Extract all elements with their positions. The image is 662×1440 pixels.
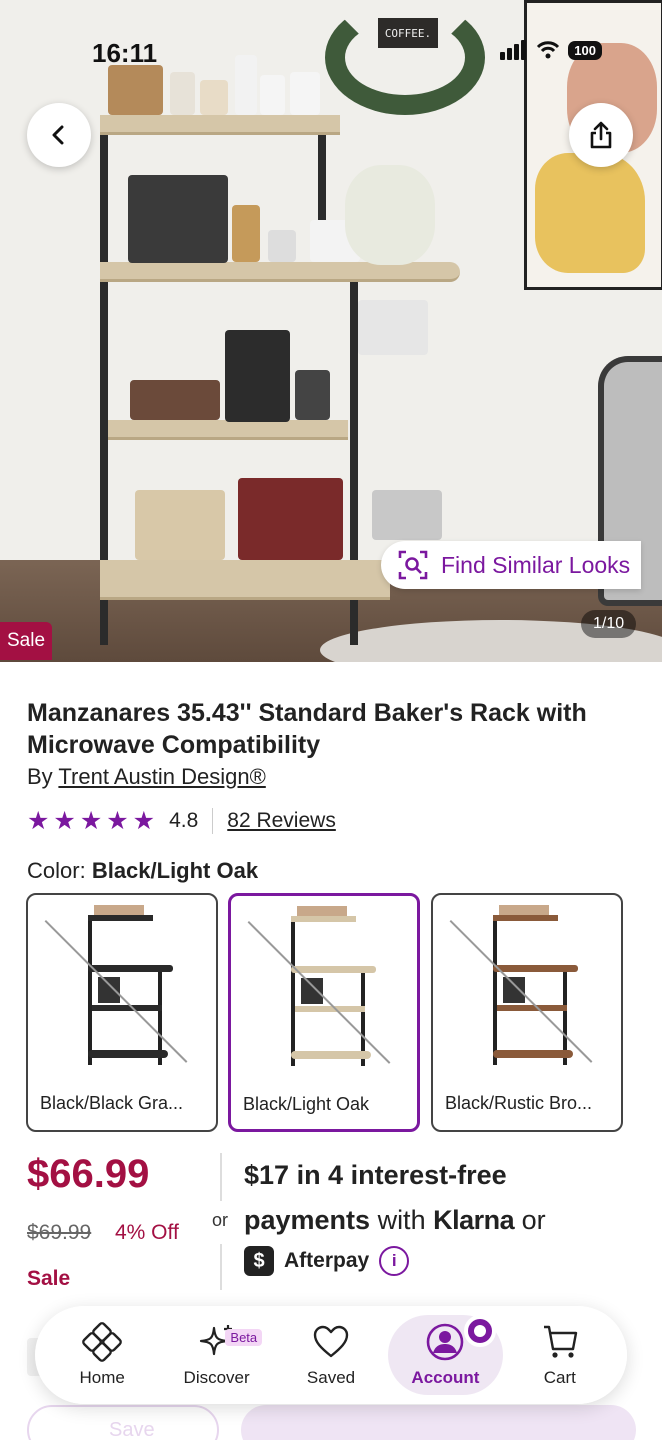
reviews-link[interactable]: 82 Reviews	[227, 809, 336, 833]
nav-saved[interactable]: Saved	[274, 1315, 388, 1395]
cellular-signal-icon	[500, 40, 528, 60]
rack-shelf	[100, 560, 390, 600]
nav-label: Saved	[306, 1368, 356, 1387]
flowers-item	[345, 165, 435, 265]
info-icon[interactable]: i	[379, 1246, 410, 1276]
product-title: Manzanares 35.43'' Standard Baker's Rack…	[27, 699, 587, 759]
nav-cart[interactable]: Cart	[503, 1315, 617, 1395]
color-swatch[interactable]: Black/Rustic Bro...	[431, 893, 623, 1132]
battery-icon: 100	[568, 40, 602, 60]
original-price: $69.99	[27, 1221, 92, 1244]
swatch-label: Black/Light Oak	[243, 1094, 370, 1114]
color-label: Color: Black/Light Oak	[27, 858, 258, 884]
sale-badge: Sale	[0, 622, 53, 660]
swatch-label: Black/Black Gra...	[40, 1093, 184, 1113]
coffee-maker	[225, 330, 290, 422]
color-swatch-selected[interactable]: Black/Light Oak	[228, 893, 420, 1132]
swatch-thumbnail	[88, 905, 173, 1065]
wine-bottles	[238, 478, 343, 560]
afterpay-row: $ Afterpay i	[244, 1246, 410, 1276]
or-label: or	[212, 1210, 229, 1230]
klarna-line-1: $17 in 4 interest-free	[244, 1160, 507, 1191]
divider	[220, 1244, 222, 1290]
rating-row: ★★★★★ 4.8 82 Reviews	[27, 806, 336, 836]
color-swatch[interactable]: Black/Black Gra...	[26, 893, 218, 1132]
share-button[interactable]	[569, 103, 633, 167]
grinder-item	[232, 205, 260, 262]
sale-label: Sale	[27, 1267, 71, 1290]
french-press	[295, 370, 330, 420]
swatch-thumbnail	[493, 905, 578, 1065]
klarna-amount: $17	[244, 1160, 290, 1190]
ice-bucket	[372, 490, 442, 540]
nav-label: Discover	[183, 1368, 250, 1387]
wine-glasses	[358, 300, 428, 355]
nav-discover[interactable]: Beta Discover	[159, 1315, 273, 1395]
visual-search-icon	[398, 550, 428, 580]
jar-item	[170, 72, 195, 115]
back-button[interactable]	[27, 103, 91, 167]
wifi-icon	[537, 41, 560, 59]
rack-shelf	[100, 262, 460, 282]
heart-icon	[313, 1325, 349, 1358]
find-similar-label: Find Similar Looks	[441, 551, 631, 578]
brand-link[interactable]: Trent Austin Design®	[58, 764, 265, 789]
image-counter: 1/10	[581, 610, 637, 638]
status-time: 16:11	[92, 38, 158, 68]
share-icon	[590, 121, 612, 149]
home-icon	[82, 1322, 123, 1362]
klarna-with: with	[370, 1205, 434, 1235]
klarna-logo: Klarna	[433, 1205, 515, 1235]
save-button[interactable]: Save	[27, 1405, 219, 1440]
bag-item	[108, 65, 163, 115]
afterpay-icon: $	[244, 1246, 274, 1276]
bottle-item	[235, 55, 257, 115]
klarna-or: or	[514, 1205, 546, 1235]
rack-shelf	[108, 420, 348, 440]
selected-color: Black/Light Oak	[91, 858, 259, 883]
klarna-text: in 4 interest-free	[289, 1160, 507, 1190]
current-price: $66.99	[27, 1152, 150, 1196]
nav-label: Home	[79, 1368, 125, 1387]
jar-item	[200, 80, 228, 115]
decanters	[135, 490, 225, 560]
by-prefix: By	[27, 764, 53, 789]
brand-byline: By Trent Austin Design®	[27, 764, 266, 790]
add-to-cart-button[interactable]	[241, 1405, 636, 1440]
nav-label: Cart	[543, 1368, 576, 1387]
espresso-machine	[128, 175, 228, 263]
klarna-payments: payments	[244, 1205, 371, 1235]
rack-shelf	[100, 115, 340, 135]
color-prefix: Color:	[27, 858, 86, 883]
divider	[212, 808, 214, 834]
swatch-label: Black/Rustic Bro...	[445, 1093, 593, 1113]
find-similar-looks-button[interactable]: Find Similar Looks	[381, 541, 641, 589]
rating-score: 4.8	[169, 809, 199, 832]
divider	[220, 1153, 222, 1201]
percent-off: 4% Off	[115, 1221, 179, 1244]
swatch-thumbnail	[291, 906, 376, 1066]
nav-label: Account	[411, 1368, 480, 1387]
star-rating-icon: ★★★★★	[27, 807, 160, 835]
status-icons: 100	[500, 40, 602, 60]
chevron-left-icon	[52, 125, 64, 145]
afterpay-label: Afterpay	[284, 1249, 370, 1272]
bottom-nav: Home Beta Discover Saved Account Cart	[35, 1306, 627, 1404]
nav-account[interactable]: Account	[388, 1315, 503, 1395]
coffee-sign: COFFEE.	[378, 18, 438, 48]
nav-home[interactable]: Home	[45, 1315, 159, 1395]
account-icon	[427, 1323, 464, 1361]
cart-icon	[543, 1325, 578, 1358]
save-label: Save	[109, 1419, 155, 1440]
notification-dot	[464, 1315, 497, 1347]
pitcher-item	[268, 230, 296, 262]
canister-item	[290, 72, 320, 115]
klarna-line-2: payments with Klarna or	[244, 1205, 546, 1236]
canister-item	[260, 75, 285, 115]
beta-badge: Beta	[225, 1329, 263, 1346]
spice-rack	[130, 380, 220, 420]
